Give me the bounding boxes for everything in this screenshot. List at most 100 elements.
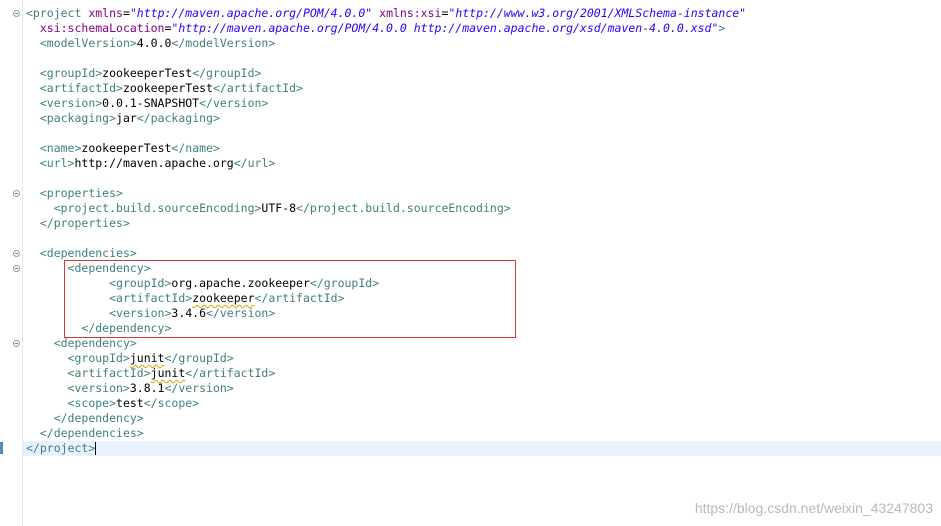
xml-tag: </packaging> xyxy=(136,111,220,125)
xml-tag: </project.build.sourceEncoding> xyxy=(296,201,511,215)
text-content xyxy=(26,426,40,440)
code-line[interactable]: <modelVersion>4.0.0</modelVersion> xyxy=(26,36,746,51)
code-line[interactable]: <project xmlns="http://maven.apache.org/… xyxy=(26,6,746,21)
fold-toggle-icon[interactable] xyxy=(13,340,20,347)
text-content: 0.0.1-SNAPSHOT xyxy=(102,96,200,110)
text-content: = xyxy=(122,6,130,20)
fold-toggle-icon[interactable] xyxy=(13,265,20,272)
code-line[interactable]: </project> xyxy=(26,441,746,456)
xml-tag: <version> xyxy=(39,96,103,110)
code-line[interactable]: <groupId>junit</groupId> xyxy=(26,351,746,366)
xml-tag: </version> xyxy=(199,96,269,110)
code-line[interactable]: <properties> xyxy=(26,186,746,201)
xml-tag: </scope> xyxy=(143,396,200,410)
code-line[interactable]: <url>http://maven.apache.org</url> xyxy=(26,156,746,171)
xml-tag: </dependency> xyxy=(53,411,144,425)
text-content: test xyxy=(116,396,144,410)
code-line[interactable]: <packaging>jar</packaging> xyxy=(26,111,746,126)
code-line[interactable] xyxy=(26,171,746,186)
xml-tag: </groupId> xyxy=(192,66,262,80)
xml-tag: </url> xyxy=(233,156,276,170)
text-content xyxy=(26,351,68,365)
text-content xyxy=(26,201,54,215)
text-content xyxy=(26,141,40,155)
xml-tag: </dependencies> xyxy=(39,426,144,440)
text-content xyxy=(26,186,40,200)
text-content xyxy=(26,21,40,35)
text-content: zookeeperTest xyxy=(122,81,213,95)
code-line[interactable] xyxy=(26,126,746,141)
xml-tag: > xyxy=(718,21,726,35)
xml-tag: </name> xyxy=(171,141,220,155)
xml-tag: <project.build.sourceEncoding> xyxy=(53,201,262,215)
xml-tag: </artifactId> xyxy=(212,81,303,95)
xml-tag: <artifactId> xyxy=(67,366,151,380)
watermark: https://blog.csdn.net/weixin_43247803 xyxy=(694,500,933,516)
xml-editor[interactable]: <project xmlns="http://maven.apache.org/… xyxy=(26,6,746,456)
change-marker xyxy=(0,442,3,454)
fold-toggle-icon[interactable] xyxy=(13,190,20,197)
xml-tag: <project xyxy=(26,6,89,20)
attribute-value: "http://maven.apache.org/POM/4.0.0" xyxy=(129,6,373,20)
text-caret xyxy=(95,442,97,455)
xml-tag: <modelVersion> xyxy=(39,36,137,50)
attribute-value: "http://maven.apache.org/POM/4.0.0 http:… xyxy=(171,21,719,35)
xml-tag: <groupId> xyxy=(67,351,130,365)
text-content xyxy=(26,246,40,260)
text-content xyxy=(26,96,40,110)
text-content: 4.0.0 xyxy=(136,36,172,50)
text-content xyxy=(26,396,68,410)
xml-tag: <dependencies> xyxy=(39,246,137,260)
text-content xyxy=(26,156,40,170)
text-content: jar xyxy=(116,111,137,125)
fold-toggle-icon[interactable] xyxy=(13,10,20,17)
spellcheck-text: junit xyxy=(129,351,165,365)
text-content xyxy=(26,366,68,380)
code-line[interactable] xyxy=(26,231,746,246)
code-line[interactable]: </dependencies> xyxy=(26,426,746,441)
xml-tag: <dependency> xyxy=(53,336,137,350)
text-content xyxy=(26,36,40,50)
text-content: 3.8.1 xyxy=(129,381,165,395)
text-content xyxy=(26,261,68,275)
code-line[interactable]: </dependency> xyxy=(26,411,746,426)
text-content: zookeeperTest xyxy=(81,141,172,155)
xml-tag: <properties> xyxy=(39,186,123,200)
code-line[interactable]: xsi:schemaLocation="http://maven.apache.… xyxy=(26,21,746,36)
text-content xyxy=(26,81,40,95)
attribute-name: xmlns xyxy=(88,6,123,20)
fold-toggle-icon[interactable] xyxy=(13,250,20,257)
text-content xyxy=(26,216,40,230)
code-line[interactable]: <scope>test</scope> xyxy=(26,396,746,411)
code-line[interactable]: <name>zookeeperTest</name> xyxy=(26,141,746,156)
xml-tag: </artifactId> xyxy=(185,366,276,380)
attribute-name: xsi:schemaLocation xyxy=(39,21,165,35)
xml-tag: <url> xyxy=(39,156,75,170)
text-content xyxy=(26,336,54,350)
highlight-annotation-box xyxy=(64,260,516,338)
code-line[interactable]: <artifactId>zookeeperTest</artifactId> xyxy=(26,81,746,96)
text-content xyxy=(26,381,68,395)
code-line[interactable]: <version>3.8.1</version> xyxy=(26,381,746,396)
xml-tag: </project> xyxy=(26,441,96,455)
xml-tag: </groupId> xyxy=(164,351,234,365)
xml-tag: </properties> xyxy=(39,216,130,230)
code-line[interactable]: <project.build.sourceEncoding>UTF-8</pro… xyxy=(26,201,746,216)
xml-tag: <groupId> xyxy=(39,66,103,80)
code-line[interactable]: <dependencies> xyxy=(26,246,746,261)
xml-tag: <artifactId> xyxy=(39,81,123,95)
xml-tag: <scope> xyxy=(67,396,117,410)
code-line[interactable]: <groupId>zookeeperTest</groupId> xyxy=(26,66,746,81)
code-line[interactable]: <dependency> xyxy=(26,336,746,351)
code-line[interactable]: <version>0.0.1-SNAPSHOT</version> xyxy=(26,96,746,111)
text-content xyxy=(26,411,54,425)
code-line[interactable] xyxy=(26,51,746,66)
xml-tag: <version> xyxy=(67,381,130,395)
xml-tag: <name> xyxy=(39,141,82,155)
code-line[interactable]: </properties> xyxy=(26,216,746,231)
text-content: http://maven.apache.org xyxy=(74,156,234,170)
code-line[interactable]: <artifactId>junit</artifactId> xyxy=(26,366,746,381)
editor-gutter xyxy=(0,0,23,526)
xml-tag: </modelVersion> xyxy=(171,36,276,50)
text-content xyxy=(26,111,40,125)
